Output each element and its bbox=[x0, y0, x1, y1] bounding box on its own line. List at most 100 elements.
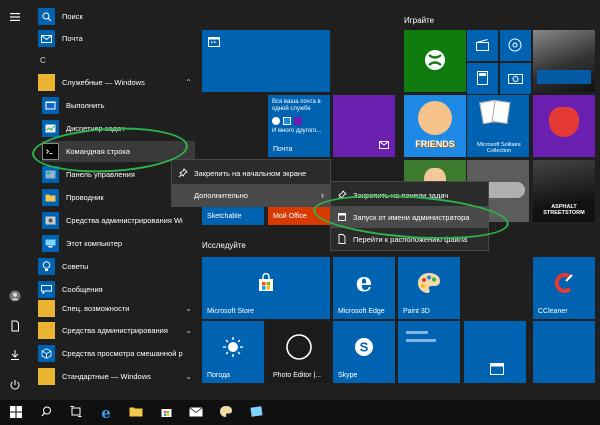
chevron-right-icon: › bbox=[321, 190, 324, 200]
xbox-tile[interactable] bbox=[404, 30, 466, 92]
skype-tile[interactable]: S Skype bbox=[333, 321, 395, 383]
file-explorer-icon bbox=[42, 189, 59, 206]
calendar-icon bbox=[208, 36, 220, 49]
app-this-pc[interactable]: Этот компьютер bbox=[42, 233, 195, 254]
lightbulb-icon bbox=[38, 258, 55, 275]
edge-icon: e bbox=[101, 403, 111, 422]
section-letter-c[interactable]: С bbox=[40, 56, 46, 65]
menu-item-open-location[interactable]: Перейти к расположению файла bbox=[331, 228, 488, 250]
edge-tile[interactable]: e Microsoft Edge bbox=[333, 257, 395, 319]
app-search[interactable]: Поиск bbox=[38, 6, 195, 27]
ring-icon bbox=[285, 333, 313, 361]
power-icon[interactable] bbox=[0, 372, 30, 398]
menu-item-pin-taskbar[interactable]: Закрепить на панели задач bbox=[331, 184, 488, 206]
group-title-play: Играйте bbox=[404, 16, 435, 25]
start-button[interactable] bbox=[2, 400, 30, 425]
folder-icon bbox=[38, 322, 55, 339]
app-run-label: Выполнить bbox=[66, 101, 105, 110]
store-label: Microsoft Store bbox=[207, 308, 255, 315]
asphalt-tile[interactable]: ASPHALT STREETSTORM bbox=[533, 160, 595, 222]
menu-item-pin-start[interactable]: Закрепить на начальном экране bbox=[172, 162, 330, 184]
taskbar-mail[interactable] bbox=[182, 400, 210, 425]
yahoo-icon bbox=[294, 117, 302, 125]
skype-icon: S bbox=[353, 336, 375, 358]
store-tile[interactable]: Microsoft Store bbox=[202, 257, 330, 319]
disc-icon bbox=[508, 38, 522, 54]
context-menu-more: Закрепить на панели задач Запуск от имен… bbox=[330, 181, 489, 251]
cube-icon bbox=[38, 345, 55, 362]
taskbar-app[interactable] bbox=[242, 400, 270, 425]
downloads-icon[interactable] bbox=[0, 342, 30, 368]
friends-game-tile[interactable]: FRIENDS bbox=[404, 95, 466, 157]
folder-standard-label: Стандартные — Windows bbox=[62, 372, 151, 381]
menu-item-more[interactable]: Дополнительно › bbox=[172, 184, 330, 206]
menu-item-run-as-admin[interactable]: Запуск от имени администратора bbox=[331, 206, 488, 228]
myoffice-label: Мой Office bbox=[273, 213, 307, 220]
search-icon bbox=[41, 406, 52, 419]
photo-editor-tile[interactable]: Photo Editor |... bbox=[268, 321, 330, 383]
app-admin-tools-windows[interactable]: Средства администрирования Wi bbox=[42, 210, 195, 231]
pin-icon bbox=[172, 168, 194, 178]
app-run[interactable]: Выполнить bbox=[42, 95, 195, 116]
solitaire-tile[interactable]: Microsoft Solitaire Collection bbox=[467, 95, 529, 157]
camera-tile[interactable] bbox=[500, 63, 531, 94]
app-command-prompt-label: Командная строка bbox=[66, 147, 130, 156]
photo-editor-label: Photo Editor |... bbox=[273, 372, 322, 379]
ccleaner-icon bbox=[553, 272, 575, 294]
app-mixed-reality-viewer[interactable]: Средства просмотра смешанной р bbox=[38, 343, 195, 364]
paint3d-tile[interactable]: Paint 3D bbox=[398, 257, 460, 319]
taskbar-explorer[interactable] bbox=[122, 400, 150, 425]
app-tips[interactable]: Советы bbox=[38, 256, 195, 277]
blue-tile-right[interactable] bbox=[533, 321, 595, 383]
groove-tile[interactable] bbox=[500, 30, 531, 61]
news-line bbox=[406, 339, 436, 342]
folder-windows-accessories[interactable]: Служебные — Windows ⌃ bbox=[38, 72, 195, 93]
folder-standard-windows[interactable]: Стандартные — Windows ⌄ bbox=[38, 366, 195, 387]
mail-icon bbox=[189, 406, 203, 419]
task-view-button[interactable] bbox=[62, 400, 90, 425]
mail-services-icons bbox=[272, 117, 302, 125]
taskbar-paint3d[interactable] bbox=[212, 400, 240, 425]
purple-tile[interactable] bbox=[333, 95, 395, 157]
calculator-tile[interactable] bbox=[467, 63, 498, 94]
app-explorer-label: Проводник bbox=[66, 193, 104, 202]
search-icon bbox=[38, 8, 55, 25]
folder-label: Служебные — Windows bbox=[62, 78, 145, 87]
calendar-grid-icon bbox=[490, 363, 504, 377]
user-avatar-icon[interactable] bbox=[0, 283, 30, 309]
news-tile[interactable] bbox=[398, 321, 460, 383]
camera-icon bbox=[508, 72, 523, 86]
taskbar-store[interactable] bbox=[152, 400, 180, 425]
app-messages[interactable]: Сообщения bbox=[38, 279, 195, 300]
candy-crush-tile[interactable] bbox=[533, 95, 595, 157]
taskbar-edge[interactable]: e bbox=[92, 400, 120, 425]
skype-label: Skype bbox=[338, 372, 358, 379]
control-panel-icon bbox=[42, 166, 59, 183]
folder-admin-tools[interactable]: Средства администрирования ⌄ bbox=[38, 320, 195, 341]
google-icon bbox=[272, 117, 280, 125]
edge-icon: e bbox=[355, 268, 373, 299]
mail-tile-label: Почта bbox=[273, 146, 293, 153]
folder-icon bbox=[38, 74, 55, 91]
documents-icon[interactable] bbox=[0, 313, 30, 339]
weather-tile[interactable]: Погода bbox=[202, 321, 264, 383]
calc-blue-tile[interactable] bbox=[464, 321, 526, 383]
app-task-manager[interactable]: Диспетчер задач bbox=[42, 118, 195, 139]
store-bag-icon bbox=[256, 273, 276, 293]
mail-live-tile[interactable]: Вся ваша почта в одной службе И много др… bbox=[268, 95, 330, 157]
taskbar-search-button[interactable] bbox=[32, 400, 60, 425]
svg-text:S: S bbox=[360, 340, 369, 355]
chevron-down-icon: ⌄ bbox=[185, 304, 192, 313]
folder-accessibility[interactable]: Спец. возможности ⌄ bbox=[38, 298, 195, 319]
calendar-tile[interactable] bbox=[202, 30, 330, 92]
app-mail[interactable]: Почта bbox=[38, 28, 195, 49]
folder-admin-tools-label: Средства администрирования bbox=[62, 326, 168, 335]
asphalt-label: ASPHALT STREETSTORM bbox=[543, 204, 585, 216]
calculator-icon bbox=[477, 71, 488, 87]
message-bubble-icon bbox=[38, 281, 55, 298]
movies-tile[interactable] bbox=[467, 30, 498, 61]
hamburger-menu-icon[interactable] bbox=[0, 4, 30, 30]
ccleaner-tile[interactable]: CCleaner bbox=[533, 257, 595, 319]
app-control-panel-label: Панель управления bbox=[66, 170, 135, 179]
asphalt-top-tile[interactable] bbox=[533, 30, 595, 92]
